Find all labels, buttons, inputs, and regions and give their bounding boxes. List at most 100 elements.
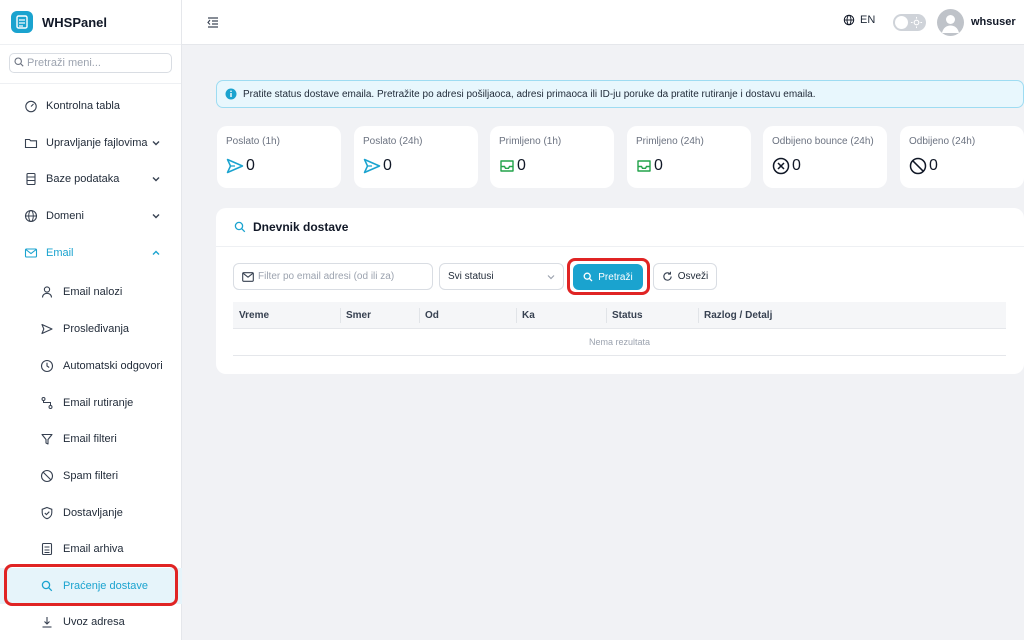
chevron-down-icon (152, 177, 160, 182)
stat-value: 0 (363, 157, 392, 175)
sidebar-item-uvoz-adresa[interactable]: Uvoz adresa (0, 604, 182, 640)
column-header: Status (612, 310, 643, 321)
column-divider (516, 308, 517, 323)
brand: WHSPanel (0, 0, 181, 45)
info-banner: Pratite status dostave emaila. Pretražit… (216, 80, 1024, 108)
route-icon (41, 397, 53, 409)
sidebar-item-email[interactable]: Email (0, 235, 182, 271)
delivery-log-panel: Dnevnik dostave Svi statusi Pretraži Osv… (216, 208, 1024, 374)
sidebar-item-kontrolna-tabla[interactable]: Kontrolna tabla (0, 88, 182, 124)
sidebar-item-label: Email arhiva (63, 543, 124, 555)
username[interactable]: whsuser (971, 16, 1016, 28)
sidebar-item-label: Email (46, 247, 74, 259)
sidebar-item-upravljanje-fajlovima[interactable]: Upravljanje fajlovima (0, 125, 182, 161)
mail-icon (242, 271, 254, 282)
topbar: EN whsuser (182, 0, 1024, 45)
ban-icon (909, 157, 927, 175)
sidebar-item-email-arhiva[interactable]: Email arhiva (0, 531, 182, 567)
info-banner-text: Pratite status dostave emaila. Pretražit… (243, 88, 816, 100)
stat-number: 0 (929, 157, 938, 174)
column-header: Smer (346, 310, 372, 321)
status-select[interactable]: Svi statusi (439, 263, 564, 290)
mail-icon (24, 248, 38, 258)
clock-icon (40, 359, 54, 373)
user-icon (942, 15, 959, 33)
search-icon (234, 221, 246, 233)
panel-title: Dnevnik dostave (253, 220, 349, 234)
sidebar-item-label: Spam filteri (63, 470, 119, 482)
chevron-down-icon (152, 214, 160, 219)
database-icon (26, 172, 36, 186)
folder-icon (24, 138, 38, 149)
import-icon (42, 617, 52, 628)
user-icon (41, 286, 53, 298)
email-filter-input[interactable] (258, 271, 428, 282)
sidebar-item-dostavljanje[interactable]: Dostavljanje (0, 495, 182, 531)
sidebar-item-label: Automatski odgovori (63, 360, 163, 372)
search-icon (14, 56, 24, 70)
server-icon (11, 11, 33, 33)
stat-number: 0 (654, 157, 663, 174)
send-icon (226, 158, 244, 174)
stat-number: 0 (792, 157, 801, 174)
menu-search[interactable] (9, 53, 172, 73)
toggle-knob (895, 16, 908, 29)
stat-number: 0 (383, 157, 392, 174)
language-label: EN (860, 14, 876, 26)
stat-card-sent-24h: Poslato (24h) 0 (354, 126, 478, 188)
info-icon (225, 88, 237, 100)
column-header: Vreme (239, 310, 270, 321)
menu-search-input[interactable] (27, 57, 167, 69)
stat-title: Primljeno (24h) (636, 136, 704, 147)
column-divider (419, 308, 420, 323)
language-switcher[interactable]: EN (843, 14, 875, 26)
sidebar-item-domeni[interactable]: Domeni (0, 198, 182, 234)
refresh-button-label: Osveži (677, 271, 709, 282)
stat-card-bounced-24h: Odbijeno bounce (24h) 0 (763, 126, 887, 188)
sidebar-item-label: Email nalozi (63, 286, 123, 298)
inbox-icon (637, 160, 651, 172)
column-header: Razlog / Detalj (704, 310, 773, 321)
stat-title: Odbijeno (24h) (909, 136, 976, 147)
sidebar: WHSPanel Kontrolna tabla Upravljanje faj… (0, 0, 182, 640)
block-icon (40, 469, 54, 483)
sidebar-item-email-nalozi[interactable]: Email nalozi (0, 274, 182, 310)
sidebar-item-spam-filteri[interactable]: Spam filteri (0, 458, 182, 494)
chevron-down-icon (152, 141, 160, 146)
table-header: Vreme Smer Od Ka Status Razlog / Detalj (233, 302, 1006, 329)
sidebar-item-automatski-odgovori[interactable]: Automatski odgovori (0, 348, 182, 384)
column-divider (606, 308, 607, 323)
theme-toggle[interactable] (893, 14, 926, 31)
column-divider (698, 308, 699, 323)
avatar[interactable] (937, 9, 964, 36)
divider (0, 83, 181, 84)
filter-icon (41, 433, 53, 445)
column-header: Od (425, 310, 439, 321)
email-filter-field[interactable] (233, 263, 433, 290)
sidebar-item-prosledjivanja[interactable]: Prosleđivanja (0, 311, 182, 347)
send-icon (41, 323, 53, 335)
sidebar-item-baze-podataka[interactable]: Baze podataka (0, 161, 182, 197)
sidebar-item-email-filteri[interactable]: Email filteri (0, 421, 182, 457)
inbox-icon (500, 160, 514, 172)
archive-icon (41, 542, 53, 556)
dashboard-icon (25, 100, 37, 113)
globe-icon (24, 209, 38, 223)
sidebar-item-email-rutiranje[interactable]: Email rutiranje (0, 385, 182, 421)
stat-card-received-24h: Primljeno (24h) 0 (627, 126, 751, 188)
brand-name: WHSPanel (42, 14, 108, 30)
empty-state: Nema rezultata (233, 329, 1006, 356)
sidebar-item-label: Uvoz adresa (63, 616, 125, 628)
stat-title: Poslato (1h) (226, 136, 280, 147)
sidebar-item-label: Dostavljanje (63, 507, 123, 519)
menu-collapse-icon[interactable] (206, 15, 220, 29)
column-header: Ka (522, 310, 535, 321)
refresh-button[interactable]: Osveži (653, 263, 717, 290)
stat-number: 0 (517, 157, 526, 174)
sun-icon (910, 16, 923, 29)
stat-value: 0 (772, 157, 801, 175)
x-circle-icon (772, 157, 790, 175)
sidebar-item-label: Baze podataka (46, 173, 120, 185)
sidebar-item-label: Upravljanje fajlovima (46, 137, 148, 149)
stat-number: 0 (246, 157, 255, 174)
